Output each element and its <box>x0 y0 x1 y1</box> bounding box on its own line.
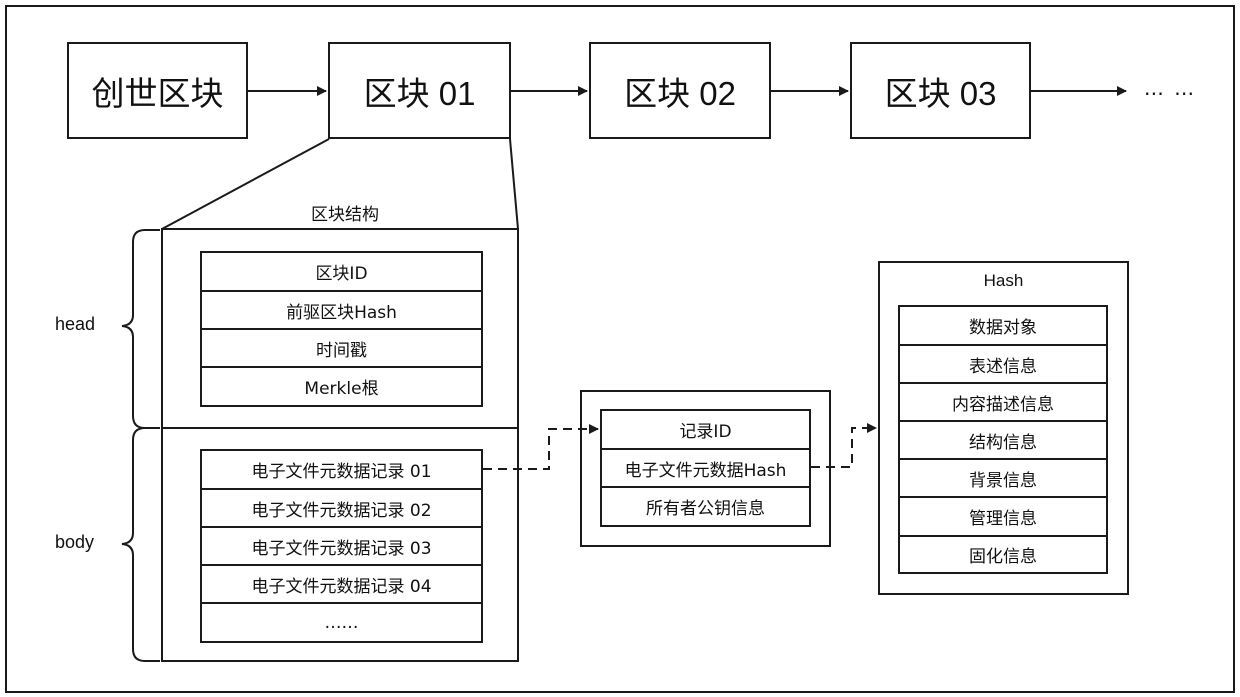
hash-field-row: 内容描述信息 <box>900 384 1106 422</box>
chain-continuation: … … <box>1143 76 1197 100</box>
hash-fields-table: 数据对象 表述信息 内容描述信息 结构信息 背景信息 管理信息 固化信息 <box>898 305 1108 574</box>
head-body-divider <box>161 427 519 429</box>
block-structure-title: 区块结构 <box>311 205 379 225</box>
hash-field-row: 管理信息 <box>900 498 1106 537</box>
block-02-label: 区块 02 <box>624 74 736 112</box>
body-record-row: 电子文件元数据记录 02 <box>202 490 481 528</box>
hash-field-row: 数据对象 <box>900 307 1106 346</box>
block-03-label: 区块 03 <box>884 74 997 112</box>
record-field-row: 所有者公钥信息 <box>646 499 765 519</box>
hash-title: Hash <box>983 271 1024 290</box>
hash-field-row: 固化信息 <box>969 547 1037 567</box>
record-field-row: 电子文件元数据Hash <box>602 450 809 488</box>
head-field-row: Merkle根 <box>304 379 379 399</box>
body-label: body <box>55 532 95 552</box>
record-fields-table: 记录ID 电子文件元数据Hash 所有者公钥信息 <box>600 409 811 527</box>
blockchain-diagram: 创世区块 区块 01 区块 02 区块 03 … … 区块结构 head bod… <box>0 0 1240 697</box>
hash-field-row: 结构信息 <box>900 422 1106 460</box>
body-record-row: 电子文件元数据记录 01 <box>202 451 481 490</box>
hash-field-row: 表述信息 <box>900 346 1106 384</box>
body-record-row-ellipsis: …… <box>324 612 359 633</box>
head-field-row: 时间戳 <box>202 330 481 368</box>
head-fields-table: 区块ID 前驱区块Hash 时间戳 Merkle根 <box>200 251 483 407</box>
block-01-label: 区块 01 <box>363 74 476 112</box>
hash-field-row: 背景信息 <box>900 460 1106 498</box>
record-field-row: 记录ID <box>602 411 809 450</box>
block-01: 区块 01 <box>328 42 511 139</box>
body-record-row: 电子文件元数据记录 03 <box>202 528 481 566</box>
head-field-row: 区块ID <box>202 253 481 292</box>
head-field-row: 前驱区块Hash <box>202 292 481 330</box>
body-records-table: 电子文件元数据记录 01 电子文件元数据记录 02 电子文件元数据记录 03 电… <box>200 449 483 643</box>
genesis-block-label: 创世区块 <box>91 74 224 112</box>
body-record-row: 电子文件元数据记录 04 <box>202 566 481 604</box>
genesis-block: 创世区块 <box>67 42 248 139</box>
block-02: 区块 02 <box>589 42 771 139</box>
block-03: 区块 03 <box>850 42 1031 139</box>
head-label: head <box>55 314 96 334</box>
